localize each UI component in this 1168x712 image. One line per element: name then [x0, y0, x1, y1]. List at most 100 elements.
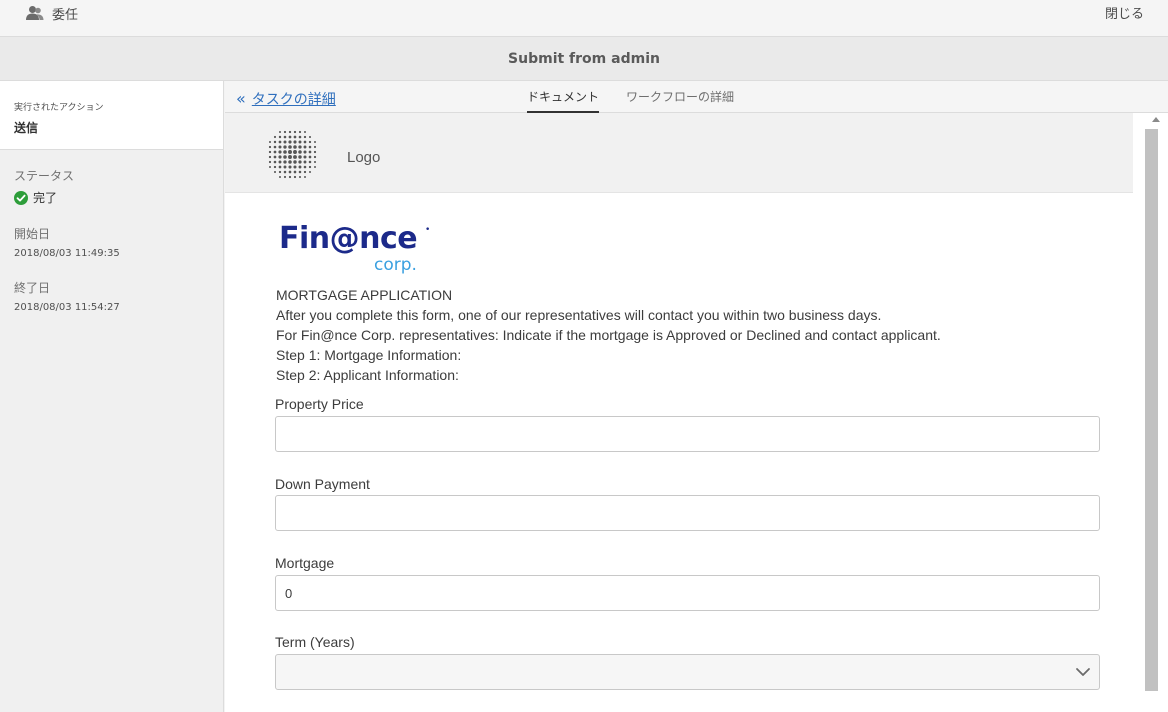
sphere-dot: [298, 140, 302, 144]
sphere-dot: [283, 165, 287, 169]
end-date-label: 終了日: [14, 281, 51, 295]
intro-line: Step 1: Mortgage Information:: [276, 347, 462, 363]
term-label: Term (Years): [275, 634, 355, 650]
sphere-dot: [273, 160, 277, 164]
top-bar: 委任 閉じる: [0, 0, 1168, 37]
intro-line: Step 2: Applicant Information:: [276, 367, 459, 383]
sphere-dot: [293, 135, 297, 139]
sphere-dot: [273, 135, 277, 139]
sphere-dot: [268, 165, 272, 169]
sphere-dot: [293, 150, 297, 154]
tab-document[interactable]: ドキュメント: [527, 88, 600, 113]
sphere-dot: [273, 170, 277, 174]
sphere-dot: [298, 130, 302, 134]
down-payment-label: Down Payment: [275, 476, 370, 492]
sphere-dot: [283, 150, 287, 154]
form-header: Logo: [225, 113, 1133, 193]
sphere-dot: [313, 155, 317, 159]
dotted-sphere-icon: [268, 130, 317, 179]
sphere-dot: [283, 140, 287, 144]
status-value: 完了: [33, 191, 58, 205]
status-label: ステータス: [14, 169, 75, 183]
scrollbar-thumb[interactable]: [1145, 129, 1158, 691]
sphere-dot: [313, 150, 317, 154]
sphere-dot: [283, 160, 287, 164]
sphere-dot: [288, 140, 292, 144]
sphere-dot: [293, 155, 297, 159]
sphere-dot: [283, 130, 287, 134]
sphere-dot: [293, 170, 297, 174]
tab-workflow-details[interactable]: ワークフローの詳細: [626, 88, 734, 105]
sphere-dot: [308, 160, 312, 164]
sphere-dot: [273, 140, 277, 144]
mortgage-input[interactable]: 0: [275, 575, 1100, 611]
delegate-button[interactable]: 委任: [26, 3, 78, 23]
sphere-dot: [278, 155, 282, 159]
status-badge: 完了: [14, 189, 223, 206]
property-price-input[interactable]: [275, 416, 1100, 452]
sphere-dot: [268, 155, 272, 159]
sphere-dot: [303, 155, 307, 159]
task-sidebar: 実行されたアクション 送信 ステータス 完了 開始日 2018/08/03 11…: [0, 81, 224, 712]
sphere-dot: [298, 170, 302, 174]
sphere-dot: [293, 130, 297, 134]
sphere-dot: [308, 140, 312, 144]
sphere-dot: [308, 165, 312, 169]
users-icon: [26, 6, 44, 20]
sphere-dot: [283, 170, 287, 174]
sphere-dot: [303, 140, 307, 144]
sphere-dot: [314, 141, 316, 143]
logo-label: Logo: [347, 149, 381, 166]
check-circle-icon: [14, 190, 28, 205]
term-select[interactable]: [275, 654, 1100, 690]
action-label: 実行されたアクション: [14, 103, 104, 113]
sphere-dot: [283, 155, 287, 159]
intro-line: For Fin@nce Corp. representatives: Indic…: [276, 327, 941, 343]
sphere-dot: [273, 165, 277, 169]
close-button[interactable]: 閉じる: [1105, 3, 1144, 22]
chevron-down-icon: [1076, 668, 1090, 676]
sphere-dot: [293, 175, 297, 179]
scroll-up-arrow-icon[interactable]: [1152, 117, 1160, 122]
sphere-dot: [278, 170, 282, 174]
sphere-dot: [293, 140, 297, 144]
action-summary: 実行されたアクション 送信: [0, 81, 223, 150]
sphere-dot: [298, 145, 302, 149]
sphere-dot: [303, 170, 307, 174]
sphere-dot: [288, 135, 292, 139]
task-meta: ステータス 完了 開始日 2018/08/03 11:49:35 終了日 201…: [0, 150, 223, 313]
end-date-value: 2018/08/03 11:54:27: [14, 302, 120, 313]
sphere-dot: [288, 150, 292, 154]
sphere-dot: [293, 160, 297, 164]
sphere-dot: [288, 170, 292, 174]
sphere-dot: [283, 175, 287, 179]
down-payment-input[interactable]: [275, 495, 1100, 531]
page-title: Submit from admin: [508, 50, 660, 67]
sphere-dot: [308, 145, 312, 149]
document-scrollbar[interactable]: [1145, 113, 1168, 712]
sphere-dot: [303, 160, 307, 164]
sphere-dot: [273, 145, 277, 149]
brand-main: Fin@nce: [279, 221, 418, 256]
sphere-dot: [308, 150, 312, 154]
brand-mark: •: [425, 225, 431, 235]
sphere-dot: [278, 130, 282, 134]
back-to-task-details-link[interactable]: « タスクの詳細: [236, 89, 336, 109]
sphere-dot: [303, 150, 307, 154]
brand-sub: corp.: [374, 255, 417, 275]
sphere-dot: [288, 175, 292, 179]
sphere-dot: [288, 165, 292, 169]
property-price-label: Property Price: [275, 396, 364, 412]
sphere-dot: [268, 150, 272, 154]
intro-line: After you complete this form, one of our…: [276, 307, 882, 323]
sphere-dot: [298, 150, 302, 154]
mortgage-label: Mortgage: [275, 555, 335, 571]
sphere-dot: [293, 145, 297, 149]
sphere-dot: [288, 130, 292, 134]
start-date-label: 開始日: [14, 227, 51, 241]
sphere-dot: [298, 160, 302, 164]
sphere-dot: [308, 155, 312, 159]
sphere-dot: [303, 130, 307, 134]
sphere-dot: [314, 166, 316, 168]
double-chevron-left-icon: «: [236, 89, 246, 108]
